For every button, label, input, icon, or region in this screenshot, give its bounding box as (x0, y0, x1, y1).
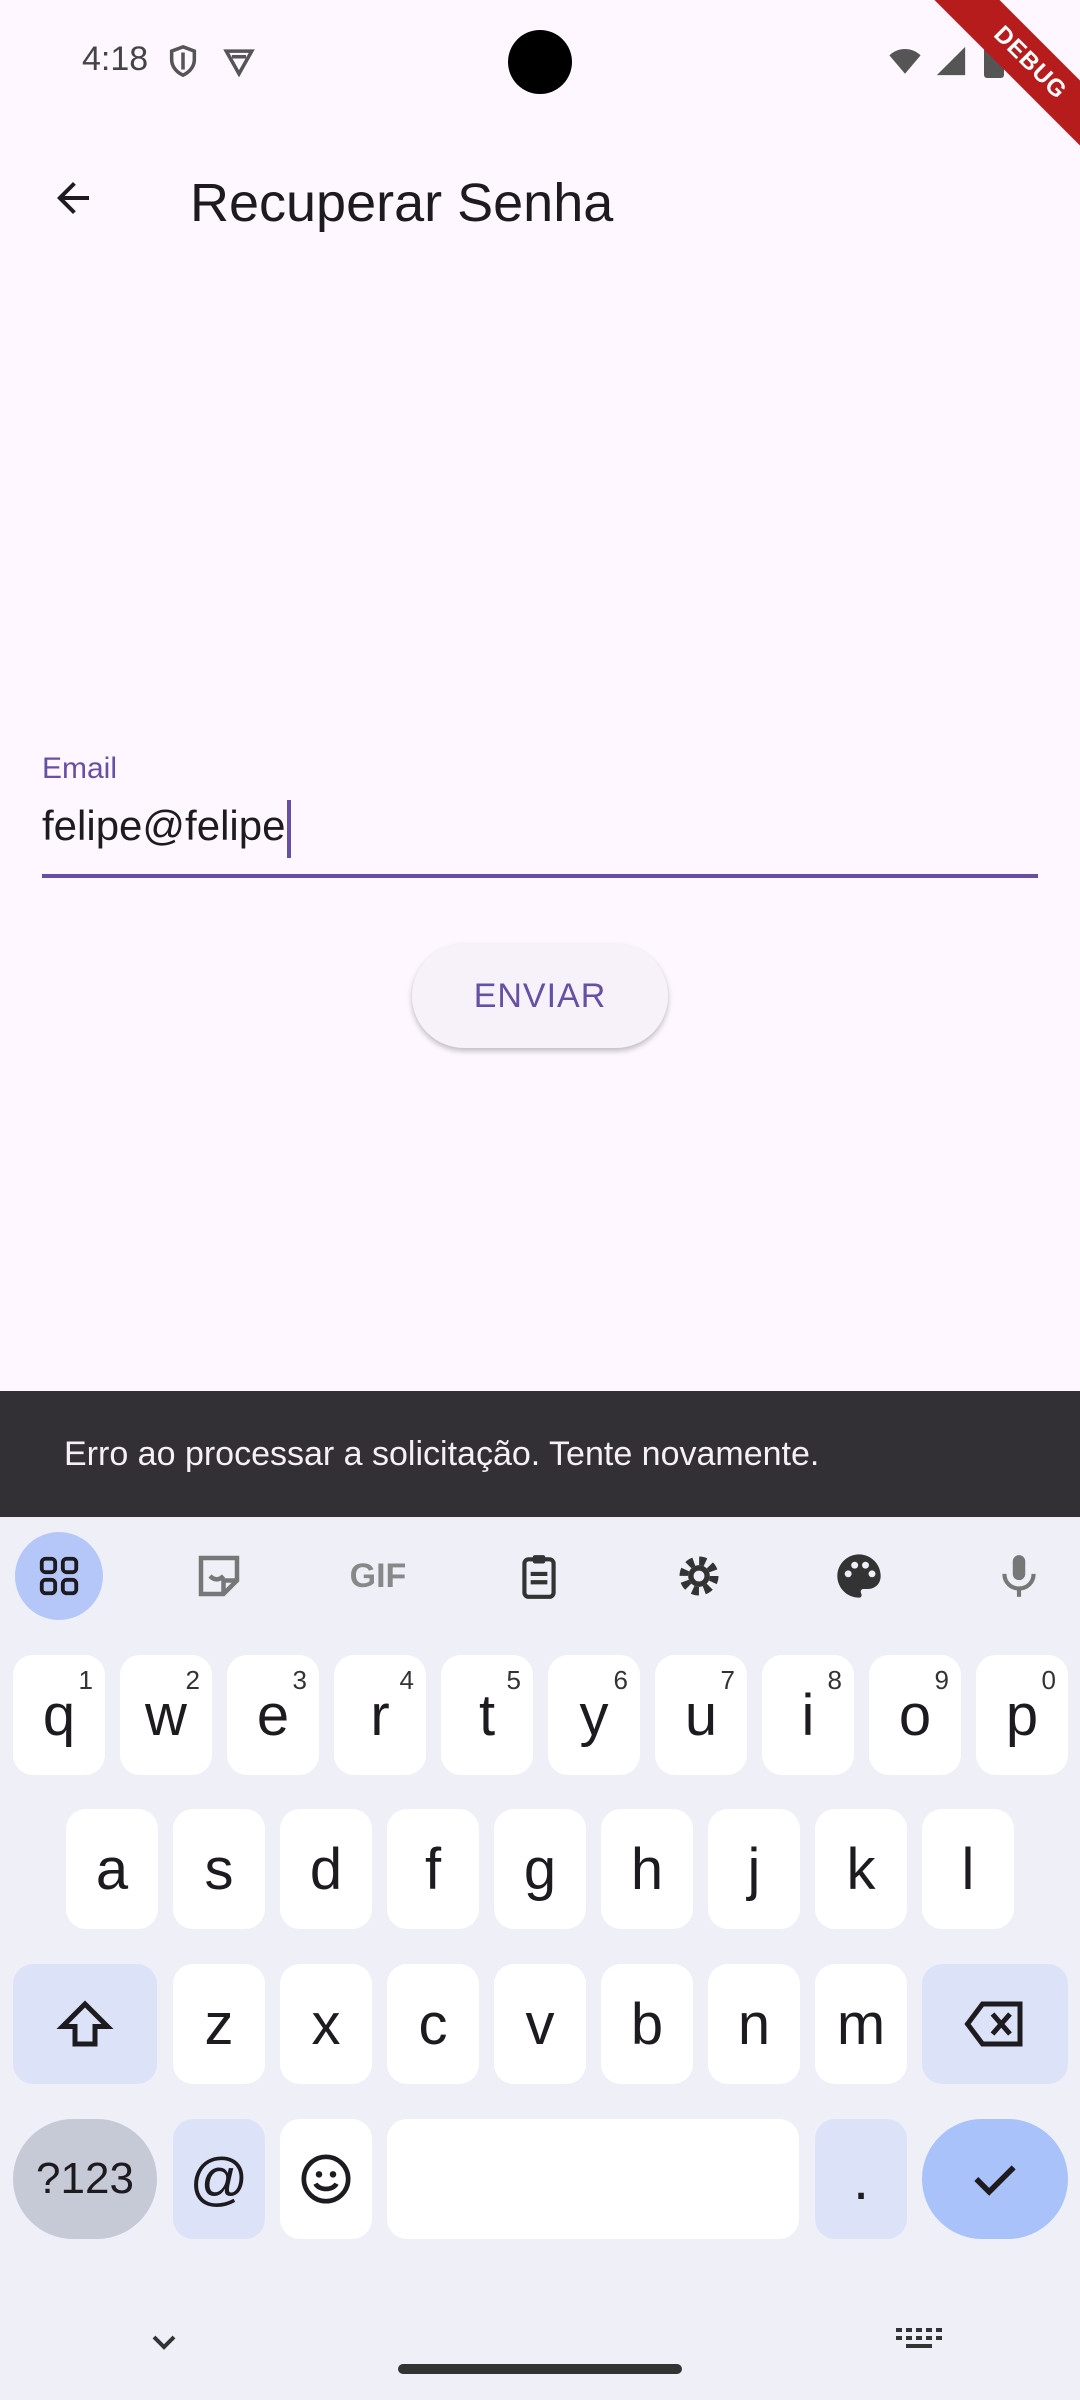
soft-keyboard (0, 1517, 1080, 2400)
backspace-key[interactable] (922, 1964, 1068, 2084)
key-w[interactable]: w2 (120, 1655, 212, 1775)
chevron-down-icon (152, 2335, 176, 2350)
email-field-underline (42, 874, 1038, 878)
gif-button[interactable]: GIF (334, 1532, 422, 1620)
key-k[interactable]: k (815, 1809, 907, 1929)
key-n[interactable]: n (708, 1964, 800, 2084)
key-h[interactable]: h (601, 1809, 693, 1929)
period-key[interactable]: . (815, 2119, 907, 2239)
key-j[interactable]: j (708, 1809, 800, 1929)
key-f[interactable]: f (387, 1809, 479, 1929)
settings-icon (679, 1556, 719, 1596)
wifi-icon (889, 48, 921, 74)
symbols-key[interactable]: ?123 (13, 2119, 157, 2239)
clipboard-button[interactable] (495, 1532, 583, 1620)
clipboard-icon (522, 1555, 556, 1599)
backspace-icon (964, 2001, 1023, 2047)
key-m[interactable]: m (815, 1964, 907, 2084)
signal-icon (936, 46, 966, 76)
key-v[interactable]: v (494, 1964, 586, 2084)
at-key[interactable]: @ (173, 2119, 265, 2239)
arrow-back-icon (57, 182, 89, 214)
key-b[interactable]: b (601, 1964, 693, 2084)
key-c[interactable]: c (387, 1964, 479, 2084)
apps-grid-button[interactable] (15, 1532, 103, 1620)
key-d[interactable]: d (280, 1809, 372, 1929)
keyboard-icon (896, 2328, 942, 2348)
key-g[interactable]: g (494, 1809, 586, 1929)
key-r[interactable]: r4 (334, 1655, 426, 1775)
email-field[interactable]: felipe@felipe (42, 800, 292, 858)
key-y[interactable]: y6 (548, 1655, 640, 1775)
key-t[interactable]: t5 (441, 1655, 533, 1775)
snackbar-message: Erro ao processar a solicitação. Tente n… (64, 1434, 820, 1473)
hide-keyboard-button[interactable] (140, 2318, 188, 2366)
key-s[interactable]: s (173, 1809, 265, 1929)
key-x[interactable]: x (280, 1964, 372, 2084)
key-i[interactable]: i8 (762, 1655, 854, 1775)
key-z[interactable]: z (173, 1964, 265, 2084)
emoji-key[interactable] (280, 2119, 372, 2239)
vpn-shield-icon (223, 49, 255, 78)
shield-icon (169, 44, 197, 78)
apps-grid-icon (39, 1556, 79, 1596)
settings-button[interactable] (655, 1532, 743, 1620)
space-key[interactable] (387, 2119, 799, 2239)
key-e[interactable]: e3 (227, 1655, 319, 1775)
email-field-value: felipe@felipe (42, 802, 286, 850)
page-title: Recuperar Senha (190, 173, 614, 233)
status-time: 4:18 (82, 40, 149, 78)
key-q[interactable]: q1 (13, 1655, 105, 1775)
camera-cutout (508, 30, 572, 94)
voice-input-button[interactable] (975, 1532, 1063, 1620)
done-key[interactable] (922, 2119, 1068, 2239)
palette-icon (837, 1554, 881, 1598)
emoji-icon (301, 2154, 351, 2204)
gif-icon: GIF (349, 1556, 407, 1595)
key-u[interactable]: u7 (655, 1655, 747, 1775)
shift-key[interactable] (13, 1964, 157, 2084)
checkmark-icon (974, 2165, 1016, 2196)
shift-icon (56, 2000, 114, 2047)
debug-banner: DEBUG (907, 0, 1080, 186)
error-snackbar: Erro ao processar a solicitação. Tente n… (0, 1391, 1080, 1517)
switch-keyboard-button[interactable] (892, 2318, 944, 2363)
mic-icon (1002, 1555, 1036, 1597)
key-a[interactable]: a (66, 1809, 158, 1929)
send-button[interactable]: ENVIAR (412, 944, 668, 1048)
text-cursor (287, 800, 292, 858)
back-button[interactable] (40, 165, 106, 231)
email-label: Email (42, 752, 118, 785)
sticker-button[interactable] (175, 1532, 263, 1620)
sticker-icon (198, 1555, 240, 1597)
theme-button[interactable] (815, 1532, 903, 1620)
key-p[interactable]: p0 (976, 1655, 1068, 1775)
home-indicator[interactable] (398, 2364, 682, 2374)
key-l[interactable]: l (922, 1809, 1014, 1929)
key-o[interactable]: o9 (869, 1655, 961, 1775)
